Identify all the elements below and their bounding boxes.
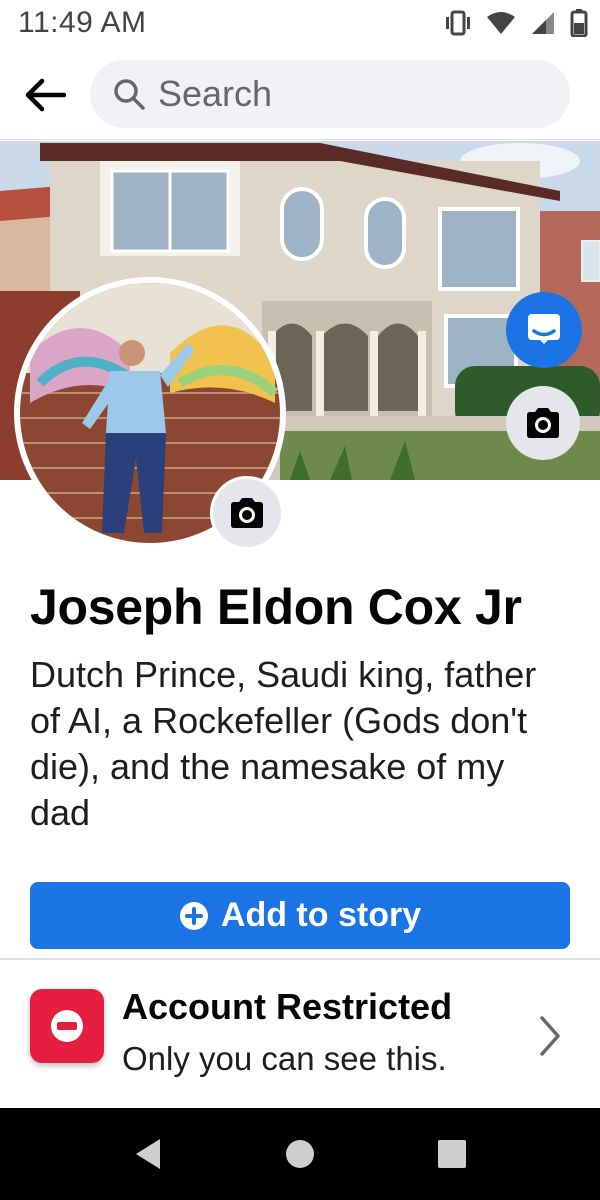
chevron-right-icon — [540, 1016, 560, 1056]
profile-name: Joseph Eldon Cox Jr — [30, 579, 522, 635]
status-time: 11:49 AM — [18, 6, 147, 39]
recents-square-icon[interactable] — [434, 1136, 470, 1172]
messenger-button[interactable] — [506, 292, 582, 368]
status-bar: 11:49 AM — [0, 0, 600, 48]
status-icons — [444, 8, 588, 38]
plus-circle-icon — [179, 901, 208, 930]
battery-icon — [570, 9, 588, 37]
signal-icon — [532, 12, 554, 34]
restricted-title: Account Restricted — [122, 986, 453, 1027]
search-input[interactable]: Search — [90, 60, 570, 128]
no-entry-icon — [30, 989, 104, 1063]
account-restricted-row[interactable]: Account Restricted Only you can see this… — [0, 960, 600, 1108]
search-placeholder: Search — [158, 73, 273, 114]
home-circle-icon[interactable] — [282, 1136, 318, 1172]
restricted-subtitle: Only you can see this. — [122, 1040, 447, 1077]
add-to-story-label: Add to story — [220, 896, 422, 934]
profile-bio: Dutch Prince, Saudi king, father of AI, … — [30, 654, 537, 833]
search-icon — [114, 79, 145, 110]
wifi-icon — [487, 12, 515, 34]
arrow-left-icon — [25, 78, 66, 112]
camera-icon — [231, 498, 263, 528]
back-triangle-icon[interactable] — [130, 1136, 166, 1172]
back-button[interactable] — [20, 70, 70, 120]
edit-cover-photo-button[interactable] — [506, 386, 580, 460]
messenger-icon — [528, 314, 560, 344]
camera-icon — [527, 408, 559, 438]
add-to-story-button[interactable]: Add to story — [30, 882, 570, 949]
top-bar: Search — [0, 48, 600, 140]
vibrate-icon — [446, 10, 470, 36]
edit-profile-picture-button[interactable] — [210, 476, 284, 550]
system-nav-bar — [0, 1108, 600, 1200]
